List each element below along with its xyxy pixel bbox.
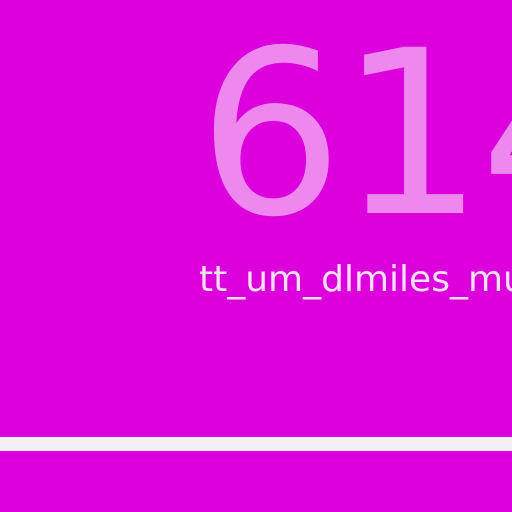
screen: 614 tt_um_dlmiles_mu bbox=[0, 0, 512, 512]
stat-label: tt_um_dlmiles_mu bbox=[199, 259, 512, 300]
stat-value: 614 bbox=[198, 1, 512, 267]
divider bbox=[0, 437, 512, 451]
